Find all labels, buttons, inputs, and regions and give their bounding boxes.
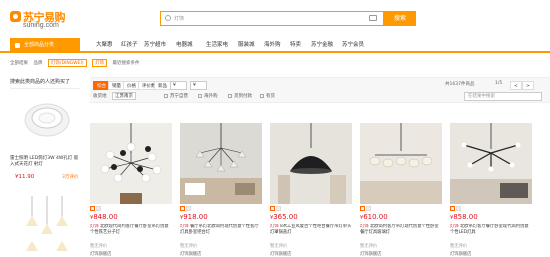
downlight-image: [24, 103, 70, 137]
search-icon: [165, 15, 171, 21]
color-thumbnails: [270, 206, 282, 213]
nav-item[interactable]: 苏宁超市: [144, 40, 166, 48]
product-title[interactable]: 灯饰 北欧简约客厅吊灯现代创意个性卧室餐厅灯具玻璃灯: [360, 224, 442, 242]
breadcrumb-item[interactable]: 全部结果: [10, 61, 28, 66]
filter-bar: 综合 销量 价格 评价数 新品 ¥ ¥ 共1637件商品 1/5 < > 收货地…: [90, 77, 550, 103]
color-thumbnails: [360, 206, 372, 213]
product-title[interactable]: 灯饰 loft工业风复古个性吧台餐厅吊灯单头灯罩锅盖灯: [270, 224, 352, 242]
sidebar-product-name[interactable]: 雷士照明 LED筒灯3W 4W孔灯 嵌入式天花灯 射灯: [10, 156, 80, 168]
breadcrumb-item[interactable]: 品牌: [33, 61, 42, 66]
product-image[interactable]: [270, 123, 352, 204]
product-store[interactable]: 灯饰旗舰店: [360, 251, 381, 257]
product-reviews: 暂无评价: [360, 244, 378, 249]
search-button[interactable]: 搜索: [384, 11, 416, 26]
filter-checkbox[interactable]: 苏宁自营: [164, 93, 188, 99]
in-result-search-input[interactable]: 在结果中搜索: [464, 92, 542, 101]
sidebar-product-reviews[interactable]: 3万评价: [62, 174, 78, 180]
sort-new[interactable]: 新品: [154, 81, 171, 90]
product-image[interactable]: [90, 123, 172, 204]
page-count: 共1637件商品: [445, 82, 475, 87]
search-input[interactable]: 灯饰: [160, 11, 384, 26]
product-image[interactable]: [180, 123, 262, 204]
pager-next-button[interactable]: >: [522, 81, 534, 90]
product-store[interactable]: 灯饰旗舰店: [90, 251, 111, 257]
nav-item[interactable]: 大聚惠: [96, 40, 113, 48]
breadcrumb-tag[interactable]: 灯饰(DINGWEI): [47, 59, 87, 67]
ship-label: 收货地: [93, 94, 107, 99]
product-reviews: 暂无评价: [270, 244, 288, 249]
product-price: ¥365.00: [270, 213, 298, 221]
nav-item[interactable]: 电器城: [176, 40, 193, 48]
product-card[interactable]: ¥610.00 灯饰 北欧简约客厅吊灯现代创意个性卧室餐厅灯具玻璃灯 暂无评价 …: [360, 118, 442, 257]
product-reviews: 暂无评价: [180, 244, 198, 249]
product-price: ¥858.00: [450, 213, 478, 221]
nav-item[interactable]: 红孩子: [121, 40, 138, 48]
price-max-input[interactable]: ¥: [190, 81, 207, 90]
product-price: ¥918.00: [180, 213, 208, 221]
nav-item[interactable]: 苏宁会员: [342, 40, 364, 48]
suning-logo[interactable]: 苏宁易购 suning.com: [10, 9, 74, 33]
product-card[interactable]: ¥365.00 灯饰 loft工业风复古个性吧台餐厅吊灯单头灯罩锅盖灯 暂无评价…: [270, 118, 352, 257]
product-reviews: 暂无评价: [450, 244, 468, 249]
filter-checkbox[interactable]: 货到付款: [228, 93, 252, 99]
sidebar-product[interactable]: 雷士照明 LED筒灯3W 4W孔灯 嵌入式天花灯 射灯 ¥11.90 3万评价: [10, 94, 80, 184]
sidebar-product-price: ¥11.90: [15, 174, 35, 180]
pendant-lamps-image: [26, 196, 68, 251]
camera-icon[interactable]: [369, 15, 377, 21]
color-thumbnails: [90, 206, 102, 213]
nav-item[interactable]: 特卖: [290, 40, 301, 48]
product-image[interactable]: [360, 123, 442, 204]
product-price: ¥610.00: [360, 213, 388, 221]
color-thumbnails: [180, 206, 192, 213]
nav-divider: [0, 51, 550, 53]
filter-checkbox[interactable]: 有货: [260, 93, 275, 99]
product-image[interactable]: [450, 123, 532, 204]
product-store[interactable]: 灯饰旗舰店: [180, 251, 201, 257]
product-title[interactable]: 灯饰 北欧吊灯客厅餐厅卧室现代简约创意个性LED灯具: [450, 224, 532, 242]
breadcrumb-item: 最近搜索条件: [112, 61, 140, 66]
pager-prev-button[interactable]: <: [510, 81, 522, 90]
product-card[interactable]: ¥918.00 灯饰 餐厅吊灯北欧简约现代创意个性客厅灯具卧室吧台灯 暂无评价 …: [180, 118, 262, 257]
nav-item[interactable]: 生活家电: [206, 40, 228, 48]
color-thumbnails: [450, 206, 462, 213]
sidebar-title: 搜索此类商品的人还购买了: [10, 78, 80, 89]
product-card[interactable]: ¥848.00 灯饰 北欧现代简约客厅餐厅卧室吊灯创意个性铁艺分子灯 暂无评价 …: [90, 118, 172, 257]
nav-item[interactable]: 苏宁金融: [311, 40, 333, 48]
product-store[interactable]: 灯饰旗舰店: [270, 251, 291, 257]
nav-item[interactable]: 海外购: [264, 40, 281, 48]
filter-checkbox[interactable]: 海外购: [198, 93, 218, 99]
nav-item[interactable]: 服装城: [238, 40, 255, 48]
search-placeholder: 灯饰: [174, 16, 185, 22]
pager-indicator: 1/5: [495, 81, 503, 86]
product-title[interactable]: 灯饰 餐厅吊灯北欧简约现代创意个性客厅灯具卧室吧台灯: [180, 224, 262, 242]
product-title[interactable]: 灯饰 北欧现代简约客厅餐厅卧室吊灯创意个性铁艺分子灯: [90, 224, 172, 242]
breadcrumb-tag[interactable]: 灯饰: [92, 59, 108, 67]
product-card[interactable]: ¥858.00 灯饰 北欧吊灯客厅餐厅卧室现代简约创意个性LED灯具 暂无评价 …: [450, 118, 532, 257]
sidebar-product[interactable]: [10, 196, 80, 256]
logo-domain: suning.com: [23, 22, 59, 29]
product-reviews: 暂无评价: [90, 244, 108, 249]
product-store[interactable]: 灯饰旗舰店: [450, 251, 471, 257]
breadcrumb: 全部结果 品牌 灯饰(DINGWEI) 灯饰 最近搜索条件: [10, 59, 144, 69]
product-price: ¥848.00: [90, 213, 118, 221]
price-min-input[interactable]: ¥: [170, 81, 187, 90]
ship-location-select[interactable]: 江苏南京: [112, 92, 136, 100]
lion-logo-icon: [10, 11, 21, 22]
